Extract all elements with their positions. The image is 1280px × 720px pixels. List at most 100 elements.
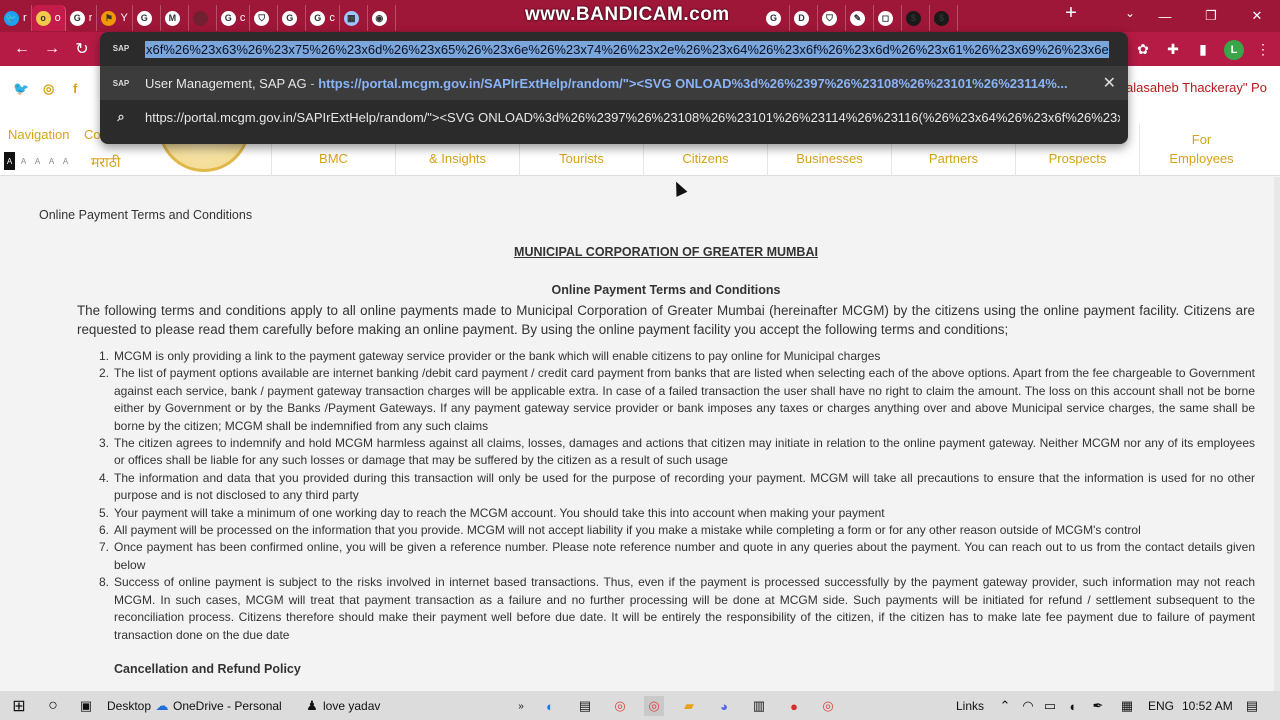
list-item-text: Once payment has been confirmed online, … [114,540,1255,572]
instagram-icon[interactable]: ◎ [43,81,54,97]
facebook-icon[interactable]: f [73,81,77,96]
browser-tab[interactable]: Gc [306,5,340,31]
show-hidden-icons-chevron-icon[interactable]: ⌃ [995,696,1015,716]
back-arrow-icon[interactable]: ← [10,37,34,61]
browser-tab[interactable]: oo [31,5,66,31]
toolbar-overflow-icon[interactable]: » [511,696,531,716]
battery-icon[interactable]: ▭ [1040,696,1060,716]
pen-icon[interactable]: ✒ [1088,696,1108,716]
browser-tab[interactable]: ⛉ [818,5,846,31]
browser-tab[interactable]: ◻ [874,5,902,31]
close-window-button[interactable]: ✕ [1234,0,1280,32]
tab-title: r [88,12,93,24]
record-icon[interactable]: ● [784,696,804,716]
font-size-button[interactable]: A [60,152,71,170]
browser-tab[interactable]: G [762,5,790,31]
user-icon[interactable]: ♟ [302,696,322,716]
browser-tab[interactable]: Gc [217,5,251,31]
page-scrollbar[interactable] [1274,177,1280,691]
suggestion-search-text: https://portal.mcgm.gov.in/SAPIrExtHelp/… [145,109,1120,125]
omnibox-suggestion-search[interactable]: ⌕ https://portal.mcgm.gov.in/SAPIrExtHel… [100,100,1128,134]
font-size-button[interactable]: A [32,152,43,170]
flag-icon: ⚑ [101,10,117,26]
list-item-number: 2. [99,366,110,381]
terms-list-item: 7. Once payment has been confirmed online… [99,539,1255,574]
desktop-toolbar-label[interactable]: Desktop [107,699,151,713]
task-view-icon[interactable]: ▣ [76,696,96,716]
image-icon: ▦ [343,10,359,26]
chrome-icon[interactable]: ◎ [818,696,838,716]
user-label[interactable]: love yadav [323,699,380,713]
news-marquee[interactable]: alasaheb Thackeray" Po [1126,80,1267,95]
navigation-link[interactable]: Navigation [8,127,69,142]
address-bar-input[interactable]: x6f%26%23x63%26%23x75%26%23x6d%26%23x65%… [145,41,1109,58]
font-size-button[interactable]: A [18,152,29,170]
profile-avatar[interactable]: L [1224,40,1244,60]
contrast-link[interactable]: Co [84,127,101,142]
browser-tab[interactable]: G [278,5,307,31]
onedrive-cloud-icon[interactable]: ☁ [152,696,172,716]
language-indicator[interactable]: ENG [1148,699,1174,713]
browser-tab[interactable] [189,5,217,31]
browser-tab[interactable]: ✎ [846,5,874,31]
browser-tab[interactable]: ⛉ [250,5,279,31]
omnibox-input-row[interactable]: SAP x6f%26%23x63%26%23x75%26%23x6d%26%23… [100,32,1128,66]
tab-search-button[interactable]: ⌄ [1125,6,1135,20]
keyboard-icon[interactable]: ▦ [1117,696,1137,716]
tab-title: Y [120,12,128,24]
file-explorer-icon[interactable]: ▰ [679,696,699,716]
volume-icon[interactable]: ◖ [1062,696,1082,716]
omnibox-suggestion-history[interactable]: SAP User Management, SAP AG - https://po… [100,66,1128,100]
browser-tab[interactable]: $ [930,5,958,31]
chrome-icon[interactable]: ◎ [610,696,630,716]
notifications-icon[interactable]: ▤ [1242,696,1262,716]
maximize-button[interactable]: ❐ [1188,0,1234,32]
browser-tab[interactable]: ▦ [340,5,368,31]
menu-item[interactable]: For Employees [1139,124,1263,176]
font-size-button[interactable]: A [46,152,57,170]
browser-tab[interactable]: M [161,5,189,31]
font-size-button[interactable]: A [4,152,15,170]
browser-tab[interactable]: ⚑ Y [97,5,133,31]
g-icon: ◻ [878,10,893,26]
clock-time[interactable]: 10:52 AM [1182,699,1233,713]
menu-item-label: & Insights [428,151,487,166]
links-toolbar-label[interactable]: Links [956,699,984,713]
extensions-puzzle-icon[interactable]: ✚ [1164,40,1182,58]
forward-arrow-icon[interactable]: → [40,37,64,61]
browser-tab[interactable]: G [133,5,161,31]
tab-title: r [23,12,27,24]
twitter-icon[interactable]: 🐦 [13,81,29,97]
world-icon: ◉ [371,10,387,26]
side-panel-icon[interactable]: ▮ [1194,40,1212,58]
browser-tab[interactable]: $ [902,5,930,31]
google-icon: G [220,10,236,26]
onedrive-label[interactable]: OneDrive - Personal [173,699,282,713]
new-tab-button[interactable]: + [1060,2,1082,25]
notepad-icon[interactable]: ▥ [749,696,769,716]
terms-list: 1. MCGM is only providing a link to the p… [99,348,1255,644]
discord-icon[interactable]: ◕ [714,696,734,716]
browser-tab[interactable]: 🐦 r [0,5,32,31]
menu-kebab-icon[interactable]: ⋮ [1254,40,1272,58]
google-icon: G [766,10,781,26]
search-circle-icon[interactable]: ○ [43,696,63,716]
browser-tab[interactable]: D [790,5,818,31]
browser-tab[interactable]: ◉ [368,5,396,31]
edge-icon[interactable]: ◐ [540,696,560,716]
calculator-icon[interactable]: ▤ [575,696,595,716]
chrome-active-icon[interactable]: ◎ [644,696,664,716]
extension-flower-icon[interactable]: ✿ [1134,40,1152,58]
menu-item-label: Prospects [1048,151,1107,166]
wifi-icon[interactable]: ◠ [1018,696,1038,716]
windows-start-icon[interactable]: ⊞ [9,696,29,716]
reload-icon[interactable]: ↻ [70,37,94,61]
minimize-button[interactable]: — [1142,0,1188,32]
remove-suggestion-close-icon[interactable]: ✕ [1103,73,1116,93]
tab-title: c [239,12,246,24]
menu-item-label: BMC [319,151,348,166]
dark-icon [192,10,208,26]
language-toggle-marathi[interactable]: मराठी [91,153,120,172]
list-item-text: Success of online payment is subject to … [114,575,1255,642]
browser-tab[interactable]: Gr [66,5,98,31]
